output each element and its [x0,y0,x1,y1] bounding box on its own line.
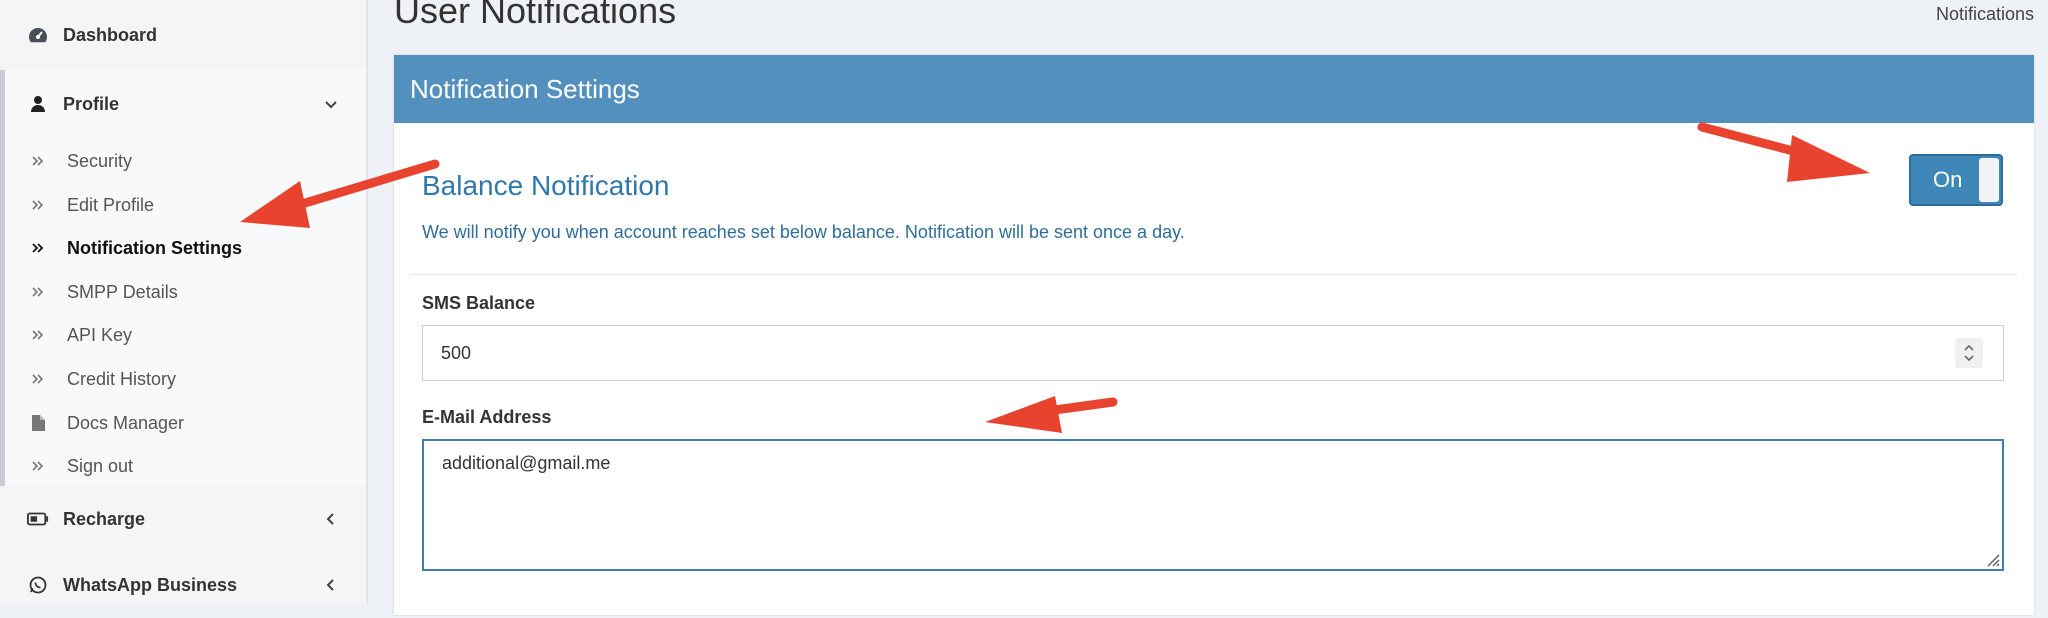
sidebar-item-notification-settings[interactable]: Notification Settings [5,228,366,268]
sidebar: Dashboard Profile Security Edit Profile … [0,0,368,604]
sms-balance-input[interactable] [423,326,2003,380]
sidebar-item-docs-manager[interactable]: Docs Manager [5,403,366,443]
sidebar-item-smpp-details[interactable]: SMPP Details [5,272,366,312]
sidebar-item-recharge[interactable]: Recharge [0,486,366,552]
section-description: We will notify you when account reaches … [422,222,1185,242]
resize-handle-icon[interactable] [1984,551,2000,567]
dashboard-icon [27,24,49,46]
breadcrumb[interactable]: Notifications [1936,4,2034,25]
sidebar-item-label: Notification Settings [67,237,242,258]
sidebar-item-dashboard[interactable]: Dashboard [0,0,366,70]
toggle-label: On [1933,167,1963,192]
sidebar-item-profile[interactable]: Profile [5,70,366,138]
sms-balance-field[interactable] [422,325,2004,381]
email-address-label: E-Mail Address [422,407,552,427]
double-chevron-right-icon [31,154,45,168]
card-title: Notification Settings [410,73,640,104]
sidebar-item-label: Security [67,150,133,171]
chevron-down-icon [324,97,338,111]
whatsapp-icon [27,574,49,596]
double-chevron-right-icon [31,459,45,473]
double-chevron-right-icon [31,198,45,212]
double-chevron-right-icon [31,241,45,255]
sms-balance-label: SMS Balance [422,293,536,313]
sidebar-item-whatsapp-business[interactable]: WhatsApp Business [0,552,366,618]
page-title: User Notifications [394,0,677,31]
battery-icon [27,508,49,530]
balance-notification-toggle[interactable]: On [1909,154,2003,206]
sidebar-item-security[interactable]: Security [5,141,366,181]
sidebar-item-label: Sign out [67,455,134,476]
sidebar-item-sign-out[interactable]: Sign out [5,446,366,486]
user-icon [27,93,49,115]
sidebar-item-credit-history[interactable]: Credit History [5,359,366,399]
double-chevron-right-icon [31,285,45,299]
sidebar-item-label: Dashboard [63,24,158,45]
sidebar-item-label: WhatsApp Business [63,574,238,595]
sidebar-item-label: Docs Manager [67,412,185,433]
chevron-left-icon [324,578,338,592]
notification-settings-card: Notification Settings Balance Notificati… [394,55,2034,615]
sidebar-item-label: Recharge [63,508,146,529]
double-chevron-right-icon [31,372,45,386]
email-address-field[interactable]: additional@gmail.me [422,439,2004,571]
card-header: Notification Settings [394,55,2034,123]
double-chevron-right-icon [31,328,45,342]
sidebar-item-label: Profile [63,93,120,114]
toggle-knob[interactable] [1979,158,1999,202]
sidebar-item-edit-profile[interactable]: Edit Profile [5,185,366,225]
sidebar-item-label: API Key [67,324,133,345]
sidebar-item-label: Credit History [67,368,177,389]
sidebar-item-label: SMPP Details [67,281,178,302]
section-title: Balance Notification [422,170,670,201]
sidebar-group-profile: Profile Security Edit Profile Notificati… [0,70,366,486]
file-icon [31,415,45,431]
sidebar-item-api-key[interactable]: API Key [5,315,366,355]
chevron-left-icon [324,512,338,526]
email-address-textarea[interactable]: additional@gmail.me [424,441,2002,569]
divider [410,274,2018,275]
stepper-icon[interactable] [1955,338,1983,368]
sidebar-item-label: Edit Profile [67,194,155,215]
